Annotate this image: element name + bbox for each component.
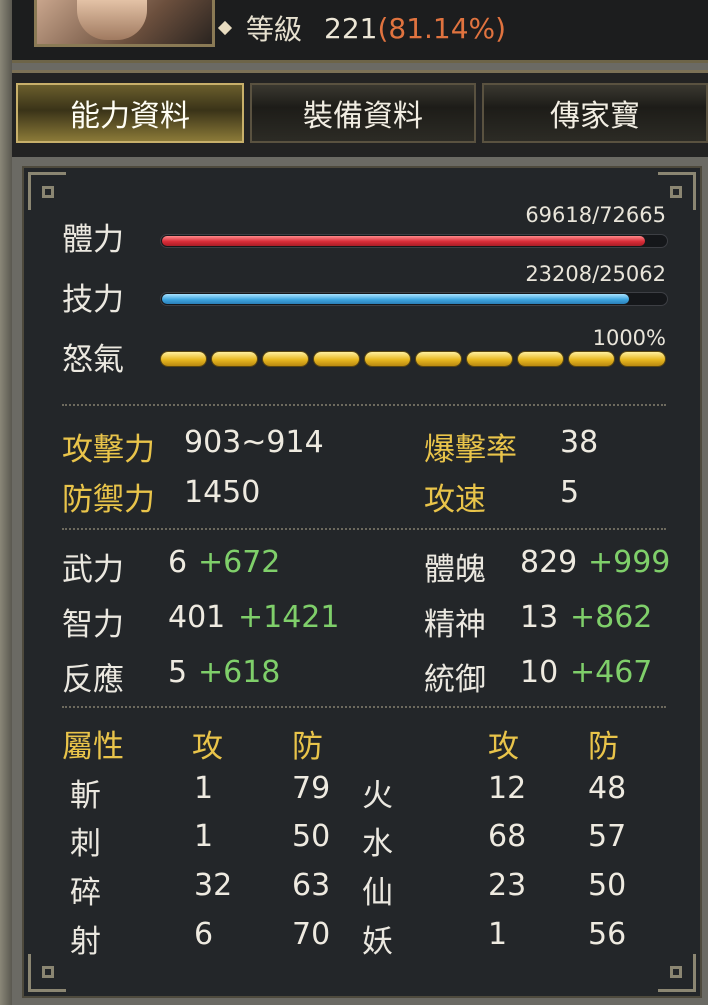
element-atk: 12 — [488, 771, 527, 806]
attr-base: 6 — [168, 545, 188, 580]
corner-ornament — [42, 966, 54, 978]
rage-segment — [518, 352, 563, 366]
attr-bonus: +672 — [198, 545, 281, 580]
level-label: 等級 — [246, 13, 303, 46]
diamond-bullet-icon — [217, 20, 233, 36]
rage-segment — [161, 352, 206, 366]
mp-bar-fill — [162, 294, 629, 304]
level-value: 221 — [324, 11, 378, 45]
tab-bar: 能力資料 裝備資料 傳家寶 — [12, 70, 708, 157]
rage-segment — [314, 352, 359, 366]
attr-label: 精神 — [424, 607, 486, 643]
tab-heirloom[interactable]: 傳家寶 — [482, 83, 708, 143]
corner-ornament — [670, 186, 682, 198]
attr-bonus: +999 — [588, 545, 671, 580]
character-portrait — [34, 0, 215, 47]
attack-value: 903~914 — [184, 425, 324, 460]
attr-label: 反應 — [62, 662, 124, 698]
element-def: 56 — [588, 917, 627, 952]
attr-base: 401 — [168, 600, 226, 635]
rage-segment — [569, 352, 614, 366]
element-name: 妖 — [362, 924, 393, 960]
rage-segment — [620, 352, 665, 366]
mp-bar — [160, 292, 668, 306]
mp-value: 23208/25062 — [525, 262, 666, 286]
corner-ornament — [42, 186, 54, 198]
corner-ornament — [670, 966, 682, 978]
element-def: 57 — [588, 819, 627, 854]
element-name: 仙 — [362, 875, 393, 911]
rage-segment — [263, 352, 308, 366]
element-name: 碎 — [70, 875, 101, 911]
hp-label: 體力 — [62, 222, 124, 258]
defense-value: 1450 — [184, 475, 261, 510]
rage-value: 1000% — [592, 326, 666, 350]
element-def: 63 — [292, 868, 331, 903]
hp-value: 69618/72665 — [525, 203, 666, 227]
element-atk: 68 — [488, 819, 527, 854]
element-name: 水 — [362, 826, 393, 862]
level-percent: (81.14%) — [377, 11, 507, 45]
speed-label: 攻速 — [424, 482, 486, 518]
divider — [62, 528, 666, 530]
element-header-def: 防 — [292, 729, 323, 765]
element-def: 48 — [588, 771, 627, 806]
element-header-def: 防 — [588, 729, 619, 765]
attr-bonus: +862 — [570, 600, 653, 635]
attr-label: 武力 — [62, 552, 124, 588]
portrait-face — [77, 0, 147, 40]
element-def: 70 — [292, 917, 331, 952]
element-atk: 23 — [488, 868, 527, 903]
element-def: 50 — [588, 868, 627, 903]
element-name: 刺 — [70, 826, 101, 862]
element-header-attr: 屬性 — [62, 729, 124, 765]
crit-value: 38 — [560, 425, 599, 460]
element-header-atk: 攻 — [192, 729, 223, 765]
divider — [62, 706, 666, 708]
attr-base: 10 — [520, 655, 559, 690]
element-atk: 6 — [194, 917, 214, 952]
attr-bonus: +618 — [198, 655, 281, 690]
speed-value: 5 — [560, 475, 580, 510]
hp-bar-fill — [162, 236, 645, 246]
element-name: 斬 — [70, 778, 101, 814]
defense-label: 防禦力 — [62, 482, 155, 518]
rage-segment — [365, 352, 410, 366]
rage-segment — [416, 352, 461, 366]
rage-segment — [467, 352, 512, 366]
attr-label: 統御 — [424, 662, 486, 698]
attr-base: 829 — [520, 545, 578, 580]
element-atk: 32 — [194, 868, 233, 903]
attr-bonus: +467 — [570, 655, 653, 690]
element-def: 50 — [292, 819, 331, 854]
element-name: 火 — [362, 778, 393, 814]
background-edge — [0, 0, 12, 1005]
attr-base: 5 — [168, 655, 188, 690]
rage-segment — [212, 352, 257, 366]
crit-label: 爆擊率 — [424, 432, 517, 468]
level-row: 等級 221 (81.14%) — [217, 8, 507, 48]
attr-base: 13 — [520, 600, 559, 635]
element-atk: 1 — [194, 819, 214, 854]
element-atk: 1 — [488, 917, 508, 952]
element-name: 射 — [70, 924, 101, 960]
attr-label: 體魄 — [424, 552, 486, 588]
tab-ability[interactable]: 能力資料 — [16, 83, 244, 143]
rage-label: 怒氣 — [62, 342, 124, 378]
element-header-atk: 攻 — [488, 729, 519, 765]
attack-label: 攻擊力 — [62, 432, 155, 468]
tab-equipment[interactable]: 裝備資料 — [250, 83, 476, 143]
divider — [62, 404, 666, 406]
element-atk: 1 — [194, 771, 214, 806]
mp-label: 技力 — [62, 282, 124, 318]
attr-label: 智力 — [62, 607, 124, 643]
hp-bar — [160, 234, 668, 248]
attr-bonus: +1421 — [238, 600, 340, 635]
element-def: 79 — [292, 771, 331, 806]
